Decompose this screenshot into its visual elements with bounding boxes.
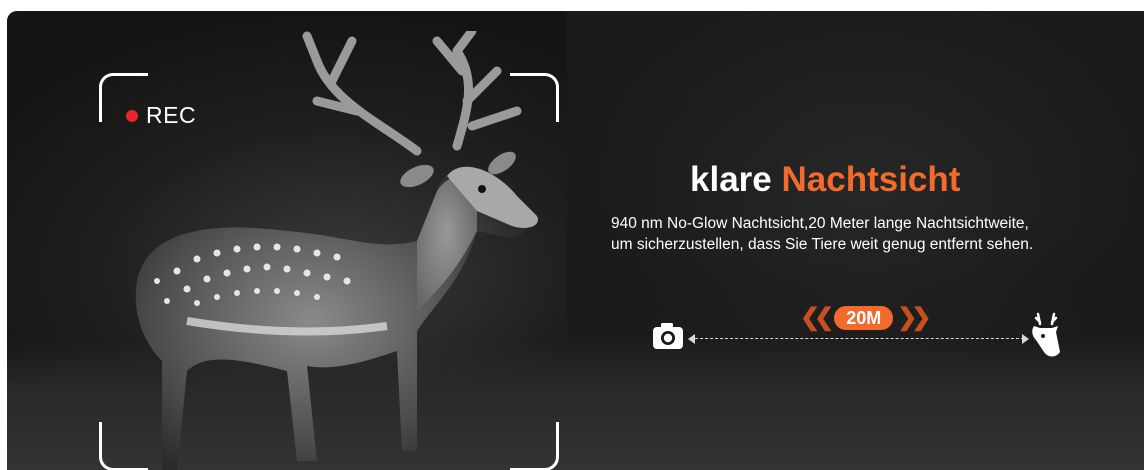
camera-viewfinder-frame bbox=[99, 73, 559, 470]
chevrons-left-icon: ❮❮ bbox=[800, 304, 834, 331]
distance-diagram: ❮❮ 20M ❯❯ bbox=[652, 306, 1072, 358]
headline: klare Nachtsicht bbox=[690, 160, 960, 200]
frame-corner-bottom-left bbox=[99, 422, 148, 470]
headline-white: klare bbox=[690, 160, 772, 199]
record-dot-icon bbox=[126, 109, 138, 122]
description-line-2: um sicherzustellen, dass Sie Tiere weit … bbox=[611, 236, 1034, 253]
distance-badge-label: 20M bbox=[834, 306, 894, 330]
rec-indicator: REC bbox=[126, 102, 196, 129]
frame-corner-top-right bbox=[510, 73, 559, 122]
description-line-1: 940 nm No-Glow Nachtsicht,20 Meter lange… bbox=[611, 215, 1029, 232]
distance-badge: ❮❮ 20M ❯❯ bbox=[800, 304, 932, 331]
deer-head-icon bbox=[1032, 312, 1060, 357]
arrow-left-icon bbox=[688, 334, 695, 344]
distance-dashed-line bbox=[690, 338, 1024, 339]
description: 940 nm No-Glow Nachtsicht,20 Meter lange… bbox=[611, 213, 1111, 255]
rec-label: REC bbox=[146, 102, 197, 128]
chevrons-right-icon: ❯❯ bbox=[897, 304, 931, 331]
headline-orange: Nachtsicht bbox=[781, 160, 961, 199]
frame-corner-bottom-right bbox=[510, 422, 559, 470]
camera-icon bbox=[653, 323, 683, 349]
